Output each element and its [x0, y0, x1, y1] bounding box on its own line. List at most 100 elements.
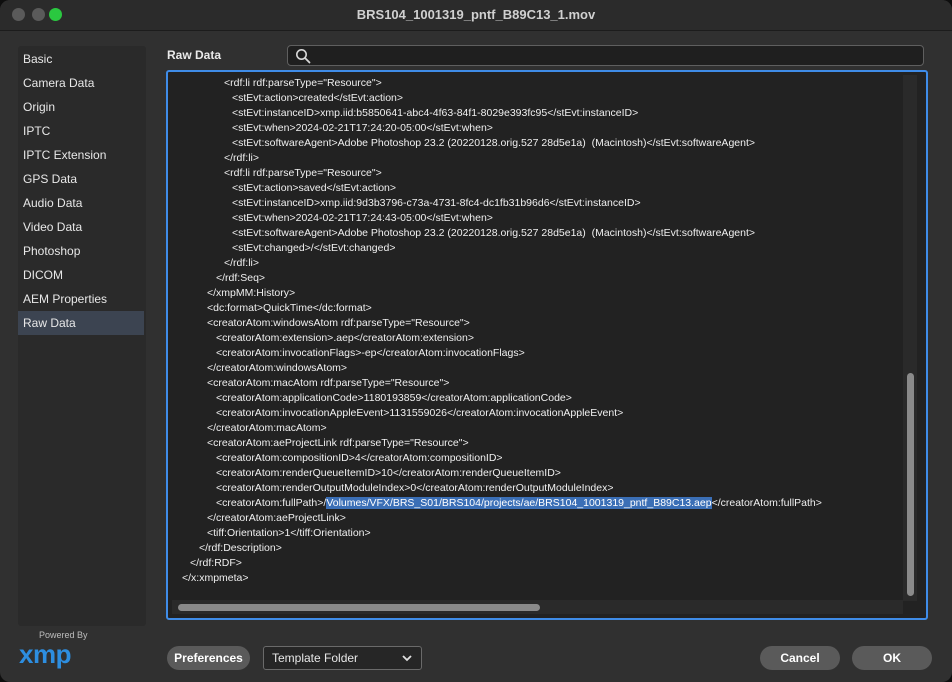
raw-line-text: <creatorAtom:extension>.aep</creatorAtom… — [216, 332, 474, 344]
raw-line: </rdf:RDF> — [168, 556, 908, 571]
sidebar-item-iptc-extension[interactable]: IPTC Extension — [18, 143, 144, 167]
preferences-button[interactable]: Preferences — [167, 646, 250, 670]
horizontal-scroll-thumb[interactable] — [178, 604, 540, 611]
sidebar-item-photoshop[interactable]: Photoshop — [18, 239, 144, 263]
raw-line-text: <stEvt:softwareAgent>Adobe Photoshop 23.… — [232, 227, 756, 239]
raw-line: </creatorAtom:windowsAtom> — [168, 361, 908, 376]
raw-line-text: <creatorAtom:applicationCode>1180193859<… — [216, 392, 572, 404]
raw-line: <tiff:Orientation>1</tiff:Orientation> — [168, 526, 908, 541]
cancel-button[interactable]: Cancel — [760, 646, 840, 670]
vertical-scrollbar[interactable] — [903, 75, 917, 601]
raw-line: </x:xmpmeta> — [168, 571, 908, 586]
raw-line: <stEvt:when>2024-02-21T17:24:43-05:00</s… — [168, 211, 908, 226]
horizontal-scrollbar[interactable] — [172, 600, 903, 614]
chevron-down-icon — [402, 655, 412, 662]
sidebar-item-gps-data[interactable]: GPS Data — [18, 167, 144, 191]
raw-line-text: <rdf:li rdf:parseType="Resource"> — [224, 167, 382, 179]
raw-line-text: <creatorAtom:aeProjectLink rdf:parseType… — [207, 437, 469, 449]
raw-line: </rdf:Seq> — [168, 271, 908, 286]
search-field[interactable] — [287, 45, 924, 66]
raw-line: </creatorAtom:macAtom> — [168, 421, 908, 436]
raw-line-text: <creatorAtom:macAtom rdf:parseType="Reso… — [207, 377, 450, 389]
raw-line-text: <stEvt:instanceID>xmp.iid:9d3b3796-c73a-… — [232, 197, 641, 209]
category-sidebar: Basic Camera Data Origin IPTC IPTC Extension… — [18, 46, 146, 626]
raw-line: <rdf:li rdf:parseType="Resource"> — [168, 166, 908, 181]
raw-line: <creatorAtom:macAtom rdf:parseType="Reso… — [168, 376, 908, 391]
raw-line: <stEvt:softwareAgent>Adobe Photoshop 23.… — [168, 226, 908, 241]
sidebar-item-video-data[interactable]: Video Data — [18, 215, 144, 239]
raw-line: <stEvt:when>2024-02-21T17:24:20-05:00</s… — [168, 121, 908, 136]
raw-line: </rdf:li> — [168, 256, 908, 271]
raw-line: <stEvt:changed>/</stEvt:changed> — [168, 241, 908, 256]
raw-line: </rdf:li> — [168, 151, 908, 166]
raw-line-text: <creatorAtom:invocationAppleEvent>113155… — [216, 407, 624, 419]
vertical-scroll-thumb[interactable] — [907, 373, 914, 596]
window-title: BRS104_1001319_pntf_B89C13_1.mov — [356, 7, 596, 22]
raw-line: <creatorAtom:windowsAtom rdf:parseType="… — [168, 316, 908, 331]
raw-line-text: <stEvt:instanceID>xmp.iid:b5850641-abc4-… — [232, 107, 639, 119]
raw-line-text: <stEvt:when>2024-02-21T17:24:43-05:00</s… — [232, 212, 493, 224]
sidebar-item-iptc[interactable]: IPTC — [18, 119, 144, 143]
raw-line-text: <stEvt:changed>/</stEvt:changed> — [232, 242, 396, 254]
raw-line: <creatorAtom:fullPath>/Volumes/VFX/BRS_S… — [168, 496, 908, 511]
raw-line: <stEvt:action>created</stEvt:action> — [168, 91, 908, 106]
raw-line: <dc:format>QuickTime</dc:format> — [168, 301, 908, 316]
raw-line: <stEvt:action>saved</stEvt:action> — [168, 181, 908, 196]
raw-line-text-after: </creatorAtom:fullPath> — [711, 497, 822, 509]
sidebar-item-camera-data[interactable]: Camera Data — [18, 71, 144, 95]
raw-line: </xmpMM:History> — [168, 286, 908, 301]
raw-line-text: </xmpMM:History> — [207, 287, 296, 299]
raw-line-text: </rdf:Description> — [199, 542, 282, 554]
raw-line-text: <creatorAtom:invocationFlags>-ep</creato… — [216, 347, 525, 359]
raw-line: <creatorAtom:aeProjectLink rdf:parseType… — [168, 436, 908, 451]
raw-line-text: </creatorAtom:macAtom> — [207, 422, 327, 434]
sidebar-item-aem-properties[interactable]: AEM Properties — [18, 287, 144, 311]
section-title: Raw Data — [167, 48, 222, 62]
ok-button[interactable]: OK — [852, 646, 932, 670]
title-bar: BRS104_1001319_pntf_B89C13_1.mov — [0, 0, 952, 31]
xmp-logo: xmp — [19, 639, 71, 669]
sidebar-item-dicom[interactable]: DICOM — [18, 263, 144, 287]
raw-line-text: <stEvt:action>saved</stEvt:action> — [232, 182, 397, 194]
dialog-window: BRS104_1001319_pntf_B89C13_1.mov Basic Ca… — [0, 0, 952, 682]
raw-line-text: <dc:format>QuickTime</dc:format> — [207, 302, 372, 314]
raw-line-text: </rdf:Seq> — [216, 272, 266, 284]
raw-line-text: <creatorAtom:fullPath>/ — [216, 497, 327, 509]
raw-line-text: <creatorAtom:renderOutputModuleIndex>0</… — [216, 482, 614, 494]
raw-line: <creatorAtom:renderQueueItemID>10</creat… — [168, 466, 908, 481]
raw-line: <stEvt:instanceID>xmp.iid:b5850641-abc4-… — [168, 106, 908, 121]
raw-line-text: <stEvt:when>2024-02-21T17:24:20-05:00</s… — [232, 122, 493, 134]
raw-line: <creatorAtom:applicationCode>1180193859<… — [168, 391, 908, 406]
sidebar-item-origin[interactable]: Origin — [18, 95, 144, 119]
raw-line-text: </x:xmpmeta> — [182, 572, 249, 584]
raw-line-text: <creatorAtom:windowsAtom rdf:parseType="… — [207, 317, 470, 329]
raw-line: <creatorAtom:compositionID>4</creatorAto… — [168, 451, 908, 466]
raw-line: <creatorAtom:renderOutputModuleIndex>0</… — [168, 481, 908, 496]
raw-xml-text[interactable]: <rdf:li rdf:parseType="Resource"> <stEvt:… — [168, 76, 908, 586]
template-folder-select[interactable]: Template Folder — [263, 646, 422, 670]
sidebar-item-basic[interactable]: Basic — [18, 47, 144, 71]
template-select-value: Template Folder — [272, 651, 359, 665]
raw-line: <stEvt:instanceID>xmp.iid:9d3b3796-c73a-… — [168, 196, 908, 211]
raw-line-text: <creatorAtom:renderQueueItemID>10</creat… — [216, 467, 561, 479]
raw-line-text: </creatorAtom:windowsAtom> — [207, 362, 348, 374]
raw-line-text: <rdf:li rdf:parseType="Resource"> — [224, 77, 382, 89]
search-icon — [296, 49, 311, 64]
raw-data-panel[interactable]: <rdf:li rdf:parseType="Resource"> <stEvt:… — [166, 70, 928, 620]
raw-line: <creatorAtom:invocationAppleEvent>113155… — [168, 406, 908, 421]
raw-line-text: <stEvt:action>created</stEvt:action> — [232, 92, 404, 104]
raw-line: <creatorAtom:extension>.aep</creatorAtom… — [168, 331, 908, 346]
raw-line: <creatorAtom:invocationFlags>-ep</creato… — [168, 346, 908, 361]
raw-line-text: </creatorAtom:aeProjectLink> — [207, 512, 346, 524]
selected-text[interactable]: Volumes/VFX/BRS_S01/BRS104/projects/ae/B… — [326, 497, 712, 509]
raw-line-text: <creatorAtom:compositionID>4</creatorAto… — [216, 452, 503, 464]
search-input[interactable] — [318, 47, 912, 66]
raw-line: <stEvt:softwareAgent>Adobe Photoshop 23.… — [168, 136, 908, 151]
raw-line-text: <tiff:Orientation>1</tiff:Orientation> — [207, 527, 371, 539]
sidebar-item-audio-data[interactable]: Audio Data — [18, 191, 144, 215]
raw-line: <rdf:li rdf:parseType="Resource"> — [168, 76, 908, 91]
raw-line: </creatorAtom:aeProjectLink> — [168, 511, 908, 526]
raw-line: </rdf:Description> — [168, 541, 908, 556]
sidebar-item-raw-data[interactable]: Raw Data — [18, 311, 144, 335]
raw-line-text: <stEvt:softwareAgent>Adobe Photoshop 23.… — [232, 137, 756, 149]
